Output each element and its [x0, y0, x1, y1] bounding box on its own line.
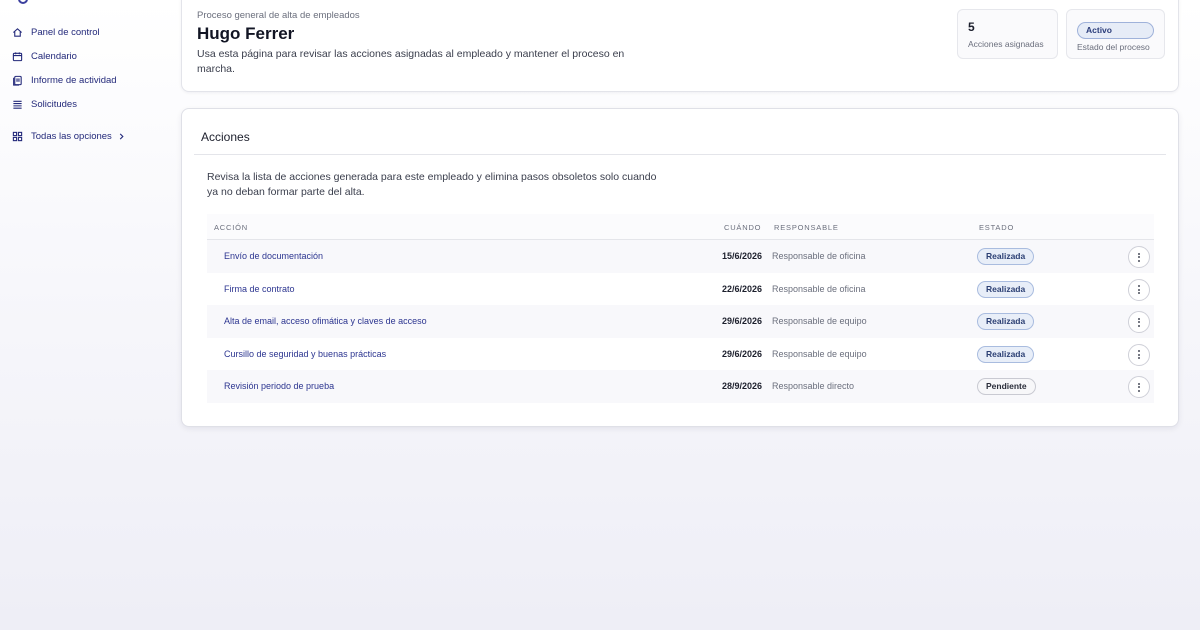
sidebar-item-label: Calendario [31, 50, 77, 62]
calendar-icon [12, 51, 23, 61]
process-status-label: Estado del proceso [1077, 42, 1150, 52]
action-owner: Responsable de equipo [772, 348, 867, 359]
table-body: Envío de documentación 15/6/2026 Respons… [207, 240, 1154, 403]
sidebar-item-activity-report[interactable]: Informe de actividad [0, 68, 170, 92]
action-owner: Responsable de oficina [772, 251, 866, 261]
table-row: Firma de contrato 22/6/2026 Responsable … [207, 273, 1154, 306]
action-date: 15/6/2026 [721, 251, 762, 261]
column-header-state: ESTADO [979, 223, 1015, 232]
process-kicker: Proceso general de alta de empleados [197, 10, 360, 21]
action-date: 29/6/2026 [721, 316, 762, 326]
sidebar-item-label: Informe de actividad [31, 74, 117, 86]
sidebar-item-label: Panel de control [31, 26, 100, 38]
more-vertical-icon [1138, 285, 1140, 294]
page-description: Usa esta página para revisar las accione… [197, 48, 625, 75]
status-badge: Realizada [977, 248, 1035, 265]
action-link[interactable]: Revisión periodo de prueba [224, 381, 334, 391]
action-date: 28/9/2026 [721, 381, 762, 391]
list-icon [13, 100, 22, 109]
more-vertical-icon [1138, 252, 1140, 262]
process-status-stat: Activo Estado del proceso [1066, 9, 1165, 59]
status-badge: Realizada [977, 280, 1035, 298]
sidebar-item-panel[interactable]: Panel de control [0, 20, 170, 44]
action-link[interactable]: Firma de contrato [224, 284, 295, 294]
table-row: Alta de email, acceso ofimática y claves… [207, 305, 1154, 338]
more-vertical-icon [1138, 317, 1140, 327]
grid-icon [12, 131, 23, 141]
actions-table: ACCIÓN CUÁNDO RESPONSABLE ESTADO Envío d… [207, 214, 1154, 403]
process-status-badge: Activo [1077, 22, 1154, 39]
row-menu-button[interactable] [1128, 311, 1150, 333]
action-owner: Responsable directo [772, 381, 855, 391]
assigned-actions-stat: 5 Acciones asignadas [957, 9, 1058, 59]
actions-intro: Revisa la lista de acciones generada par… [207, 171, 657, 198]
status-badge: Realizada [977, 313, 1035, 330]
column-header-when: CUÁNDO [724, 223, 762, 232]
table-row: Envío de documentación 15/6/2026 Respons… [207, 240, 1154, 273]
action-link[interactable]: Cursillo de seguridad y buenas prácticas [224, 349, 386, 359]
table-row: Cursillo de seguridad y buenas prácticas… [207, 338, 1154, 371]
divider [194, 154, 1166, 155]
employee-header-card: Proceso general de alta de empleados Hug… [181, 0, 1179, 92]
table-row: Revisión periodo de prueba 28/9/2026 Res… [207, 370, 1154, 403]
action-link[interactable]: Envío de documentación [224, 251, 323, 261]
column-header-owner: RESPONSABLE [774, 223, 839, 232]
sidebar-item-requests[interactable]: Solicitudes [0, 92, 170, 116]
row-menu-button[interactable] [1128, 343, 1150, 366]
column-header-action: ACCIÓN [214, 223, 248, 232]
logo-icon [18, 0, 28, 4]
sidebar: Panel de control Calendario Informe de a… [0, 0, 170, 630]
assigned-actions-count: 5 [968, 20, 975, 34]
action-owner: Responsable de equipo [772, 316, 867, 326]
row-menu-button[interactable] [1128, 376, 1150, 398]
action-link[interactable]: Alta de email, acceso ofimática y claves… [224, 316, 427, 326]
more-vertical-icon [1138, 350, 1140, 359]
more-vertical-icon [1138, 382, 1140, 392]
table-header: ACCIÓN CUÁNDO RESPONSABLE ESTADO [207, 214, 1154, 240]
sidebar-item-calendar[interactable]: Calendario [0, 44, 170, 68]
status-badge: Realizada [977, 345, 1035, 363]
action-date: 29/6/2026 [721, 348, 762, 359]
status-badge: Pendiente [977, 378, 1036, 395]
row-menu-button[interactable] [1128, 278, 1150, 301]
home-icon [13, 27, 22, 37]
employee-name: Hugo Ferrer [197, 24, 295, 43]
actions-title: Acciones [201, 130, 250, 144]
row-menu-button[interactable] [1128, 246, 1150, 268]
assigned-actions-label: Acciones asignadas [968, 39, 1044, 49]
chevron-right-icon [119, 132, 124, 140]
document-icon [13, 75, 22, 86]
actions-card: Acciones Revisa la lista de acciones gen… [181, 108, 1179, 427]
action-owner: Responsable de oficina [772, 283, 866, 294]
sidebar-item-all-options[interactable]: Todas las opciones [0, 124, 170, 148]
sidebar-item-label: Todas las opciones [31, 130, 112, 142]
sidebar-item-label: Solicitudes [31, 98, 77, 110]
action-date: 22/6/2026 [721, 283, 762, 294]
